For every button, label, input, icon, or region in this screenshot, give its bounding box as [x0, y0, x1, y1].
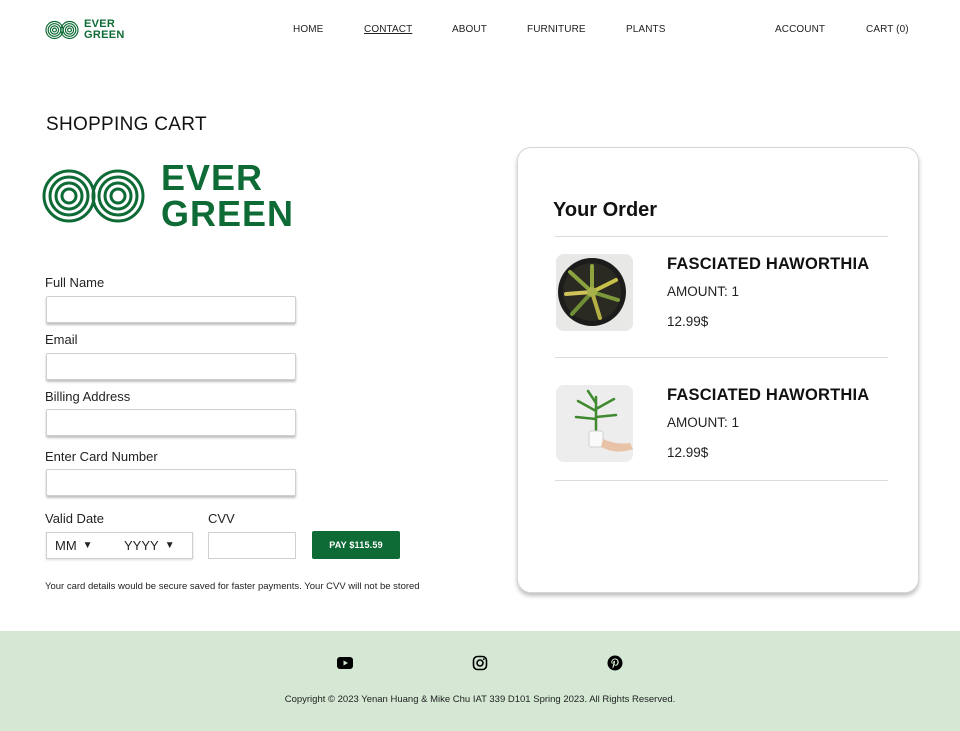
order-item-amount: AMOUNT: 1 — [667, 284, 740, 299]
full-name-input[interactable] — [46, 296, 296, 323]
cvv-input[interactable] — [208, 532, 296, 559]
order-item-name: FASCIATED HAWORTHIA — [667, 255, 870, 273]
nav-link-home[interactable]: HOME — [293, 24, 323, 35]
full-name-label: Full Name — [45, 275, 105, 290]
nav-logo[interactable]: EVER GREEN — [45, 18, 125, 42]
valid-date-label: Valid Date — [45, 511, 105, 526]
card-number-label: Enter Card Number — [45, 449, 158, 464]
dropdown-arrow-icon: ▼ — [82, 540, 93, 551]
year-select-value: YYYY — [124, 538, 159, 553]
pay-button[interactable]: PAY $115.59 — [312, 531, 400, 559]
order-divider — [555, 236, 888, 237]
brand-logo-text: EVER GREEN — [161, 160, 294, 232]
succulent-photo-icon — [556, 254, 633, 331]
nav-link-cart[interactable]: CART (0) — [866, 24, 909, 35]
month-select[interactable]: MM ▼ — [55, 538, 93, 553]
order-title: Your Order — [553, 199, 658, 221]
order-item-name: FASCIATED HAWORTHIA — [667, 386, 870, 404]
evergreen-logo-icon — [45, 20, 79, 40]
order-item-price: 12.99$ — [667, 314, 709, 329]
pinterest-icon[interactable] — [607, 655, 623, 671]
card-number-input[interactable] — [46, 469, 296, 496]
youtube-icon[interactable] — [337, 656, 353, 670]
order-item-amount: AMOUNT: 1 — [667, 415, 740, 430]
order-item-price: 12.99$ — [667, 445, 709, 460]
month-select-value: MM — [55, 538, 77, 553]
order-item-image — [556, 385, 633, 462]
nav-link-account[interactable]: ACCOUNT — [775, 24, 825, 35]
nav-link-about[interactable]: ABOUT — [452, 24, 487, 35]
email-input[interactable] — [46, 353, 296, 380]
footer — [0, 631, 960, 731]
brand-logo: EVER GREEN — [42, 160, 294, 232]
security-note: Your card details would be secure saved … — [45, 581, 420, 592]
potted-plant-photo-icon — [556, 385, 633, 462]
nav-logo-line2: GREEN — [84, 29, 125, 41]
top-nav: EVER GREEN HOME CONTACT ABOUT FURNITURE … — [0, 0, 960, 62]
year-select[interactable]: YYYY ▼ — [124, 538, 175, 553]
order-divider — [555, 357, 888, 358]
order-item-image — [556, 254, 633, 331]
nav-link-contact[interactable]: CONTACT — [364, 24, 412, 35]
brand-logo-line1: EVER — [161, 157, 264, 198]
brand-logo-line2: GREEN — [161, 193, 295, 234]
billing-address-label: Billing Address — [45, 389, 131, 404]
valid-date-group: MM ▼ YYYY ▼ — [46, 532, 193, 559]
copyright-text: Copyright © 2023 Yenan Huang & Mike Chu … — [284, 694, 676, 705]
page-title: SHOPPING CART — [46, 114, 207, 135]
dropdown-arrow-icon: ▼ — [164, 540, 175, 551]
evergreen-brand-icon — [42, 169, 145, 223]
nav-logo-text: EVER GREEN — [84, 19, 125, 41]
nav-link-plants[interactable]: PLANTS — [626, 24, 666, 35]
order-divider — [555, 480, 888, 481]
cvv-label: CVV — [208, 511, 235, 526]
email-label: Email — [45, 332, 78, 347]
instagram-icon[interactable] — [472, 655, 488, 671]
nav-link-furniture[interactable]: FURNITURE — [527, 24, 586, 35]
billing-address-input[interactable] — [46, 409, 296, 436]
